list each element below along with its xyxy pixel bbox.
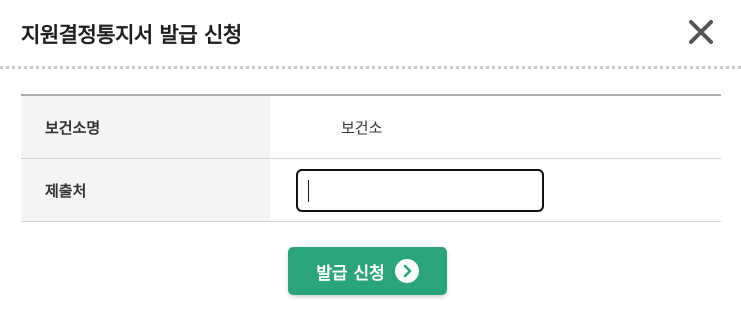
- issue-request-dialog: 지원결정통지서 발급 신청 보건소명 보건소 제출처 발급 신청: [0, 0, 741, 327]
- issue-request-button[interactable]: 발급 신청: [288, 247, 447, 295]
- chevron-right-circle-icon: [394, 259, 419, 283]
- dialog-title: 지원결정통지서 발급 신청: [21, 23, 242, 47]
- submission-target-input[interactable]: [296, 169, 544, 212]
- table-row-health-center: 보건소명 보건소: [21, 96, 721, 159]
- table-row-submission-target: 제출처: [21, 159, 721, 222]
- submission-target-label: 제출처: [21, 159, 270, 221]
- close-button[interactable]: [684, 15, 718, 49]
- request-form-table: 보건소명 보건소 제출처: [21, 94, 721, 222]
- health-center-value: 보건소: [341, 118, 383, 137]
- issue-request-button-label: 발급 신청: [316, 263, 385, 284]
- text-cursor: [308, 180, 309, 202]
- submission-target-value-cell: [270, 159, 721, 221]
- close-icon: [689, 20, 713, 44]
- dialog-header: 지원결정통지서 발급 신청: [0, 0, 741, 70]
- health-center-label: 보건소명: [21, 96, 270, 158]
- header-divider: [0, 66, 741, 69]
- health-center-value-cell: 보건소: [270, 96, 721, 158]
